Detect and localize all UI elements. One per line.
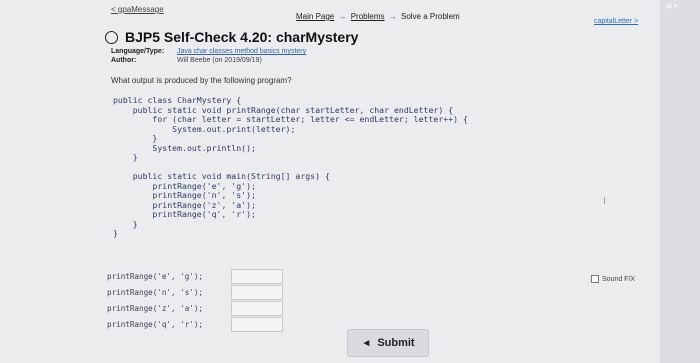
- submit-label: Submit: [377, 337, 415, 349]
- answer-row: printRange('q', 'r');: [107, 316, 283, 332]
- breadcrumb: Main Page → Problems → Solve a Problem: [296, 12, 460, 21]
- answer-input[interactable]: [231, 300, 283, 316]
- breadcrumb-arrow-icon: →: [388, 12, 397, 21]
- author-label: Author:: [111, 57, 137, 64]
- answer-list: printRange('e', 'g'); printRange('n', 's…: [107, 268, 283, 332]
- page-title: BJP5 Self-Check 4.20: charMystery: [125, 29, 359, 45]
- problem-meta: Language/Type: Java char classes method …: [111, 47, 306, 65]
- answer-row: printRange('e', 'g');: [107, 268, 283, 284]
- author-value: Will Beebe (on 2019/09/19): [176, 57, 262, 64]
- text-cursor-icon: I: [603, 196, 606, 207]
- question-text: What output is produced by the following…: [111, 76, 292, 85]
- answer-row: printRange('z', 'a');: [107, 300, 283, 316]
- sound-fx-checkbox[interactable]: [591, 275, 599, 283]
- language-tags[interactable]: Java char classes method basics mystery: [177, 48, 306, 55]
- answer-label: printRange('e', 'g');: [107, 271, 204, 281]
- side-strip: ⊞ ▾: [660, 0, 700, 363]
- page: ⊞ ▾ < gpaMessage Main Page → Problems → …: [0, 0, 700, 363]
- answer-label: printRange('z', 'a');: [107, 303, 204, 313]
- send-icon: ◄: [361, 337, 372, 349]
- answer-label: printRange('q', 'r');: [107, 319, 204, 329]
- status-circle-icon: [105, 30, 118, 44]
- code-block: public class CharMystery { public static…: [113, 95, 468, 238]
- breadcrumb-arrow-icon: →: [338, 12, 347, 21]
- answer-row: printRange('n', 's');: [107, 284, 283, 300]
- sound-fx-toggle[interactable]: Sound F/X: [591, 275, 635, 283]
- next-problem-link[interactable]: capitalLetter >: [594, 18, 638, 25]
- top-nav: < gpaMessage Main Page → Problems → Solv…: [0, 0, 660, 25]
- answer-label: printRange('n', 's');: [107, 287, 204, 297]
- language-label: Language/Type:: [111, 48, 165, 55]
- window-controls-icon: ⊞ ▾: [666, 3, 678, 10]
- breadcrumb-main-page[interactable]: Main Page: [296, 12, 334, 21]
- title-row: BJP5 Self-Check 4.20: charMystery: [105, 29, 358, 45]
- breadcrumb-problems[interactable]: Problems: [351, 12, 385, 21]
- submit-button[interactable]: ◄ Submit: [347, 329, 429, 357]
- breadcrumb-current: Solve a Problem: [400, 12, 460, 21]
- answer-input[interactable]: [231, 316, 283, 332]
- answer-input[interactable]: [231, 284, 283, 300]
- answer-input[interactable]: [231, 268, 283, 284]
- prev-problem-link[interactable]: < gpaMessage: [111, 5, 164, 14]
- sound-fx-label: Sound F/X: [602, 275, 636, 283]
